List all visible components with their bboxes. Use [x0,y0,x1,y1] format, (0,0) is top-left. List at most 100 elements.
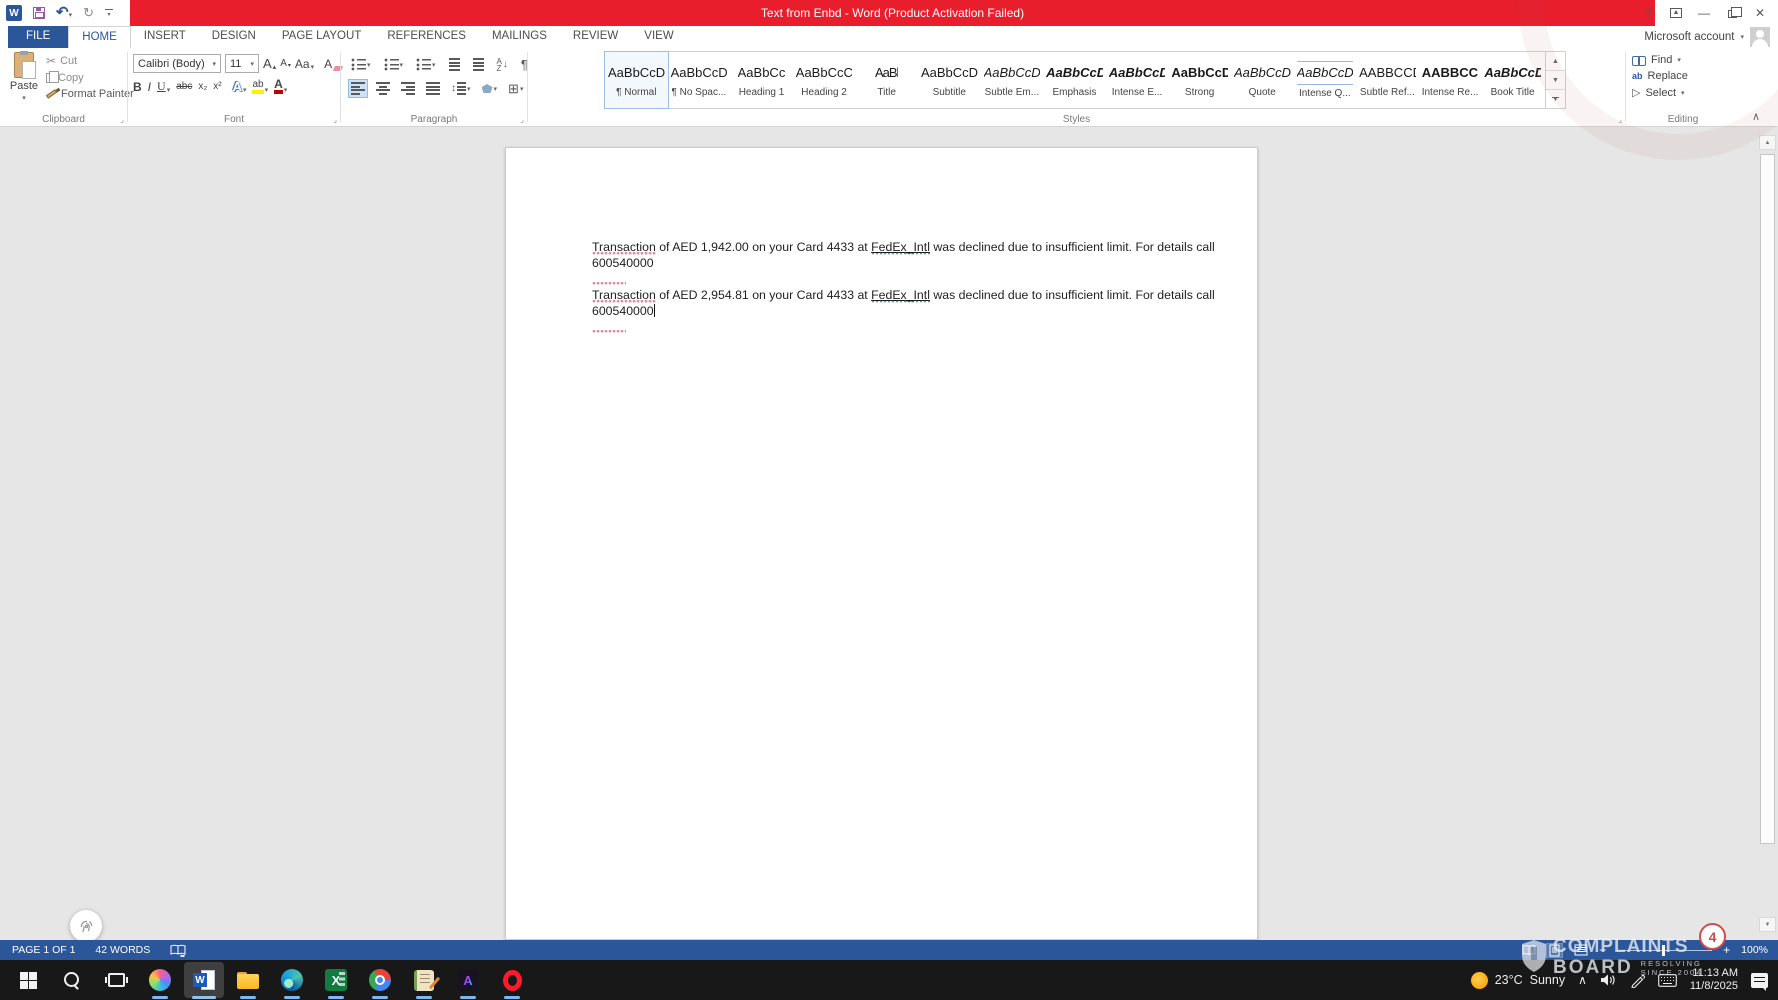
proofing-errors-icon[interactable] [170,944,186,957]
bold-button[interactable]: B [133,80,142,94]
style-heading-2[interactable]: AaBbCcCHeading 2 [793,52,856,108]
replace-button[interactable]: abReplace [1632,70,1688,82]
font-size-combo[interactable]: 11▾ [225,54,259,73]
clock[interactable]: 11:13 AM 11/8/2025 [1690,967,1738,993]
document-page[interactable]: Transaction of AED 1,942.00 on your Card… [505,147,1258,940]
multilevel-list-button[interactable]: ▾ [414,56,438,73]
task-view-button[interactable] [96,962,136,998]
style-heading-1[interactable]: AaBbCcHeading 1 [730,52,793,108]
underline-button[interactable]: U▾ [157,79,170,94]
styles-scroll-up-button[interactable]: ▲ [1546,52,1565,71]
format-painter-button[interactable]: Format Painter [46,88,134,100]
hidden-icons-chevron[interactable]: ∧ [1578,973,1587,987]
save-icon[interactable] [33,7,45,19]
numbering-button[interactable]: ▾ [382,56,406,73]
taskbar-file-explorer[interactable] [228,962,268,998]
taskbar-edge[interactable] [272,962,312,998]
zoom-slider-thumb[interactable] [1662,945,1665,956]
taskbar-search-button[interactable] [52,962,92,998]
increase-indent-button[interactable] [471,56,486,73]
shading-button[interactable]: ▾ [480,82,500,95]
collapse-ribbon-button[interactable]: ∧ [1752,110,1760,123]
scroll-up-button[interactable]: ▲ [1759,135,1776,150]
fingerprint-overlay-button[interactable] [70,910,102,942]
close-button[interactable]: ✕ [1746,0,1774,26]
taskbar-notes-app[interactable] [404,962,444,998]
style-book-title[interactable]: AaBbCcDcBook Title [1481,52,1544,108]
speaker-icon[interactable] [1600,973,1617,987]
superscript-button[interactable]: x² [213,81,221,92]
style-no-spacing[interactable]: AaBbCcDc¶ No Spac... [668,52,731,108]
tab-design[interactable]: DESIGN [199,26,269,48]
align-left-button[interactable] [349,80,367,97]
style-normal[interactable]: AaBbCcDc¶ Normal [605,52,668,108]
minimize-button[interactable]: — [1690,0,1718,26]
clipboard-dialog-launcher[interactable]: ⌟ [120,115,124,124]
customize-qat-button[interactable]: ▾ [105,9,113,18]
tab-page-layout[interactable]: PAGE LAYOUT [269,26,374,48]
style-quote[interactable]: AaBbCcDcQuote [1231,52,1294,108]
tab-home[interactable]: HOME [68,26,131,48]
taskbar-copilot[interactable] [140,962,180,998]
strikethrough-button[interactable]: abc [176,81,192,92]
start-button[interactable] [8,962,48,998]
undo-button[interactable]: ↶▾ [56,4,72,22]
help-button[interactable]: ? [1634,0,1662,26]
grow-font-button[interactable]: A▴ [263,56,276,71]
tab-mailings[interactable]: MAILINGS [479,26,560,48]
styles-scroll-down-button[interactable]: ▼ [1546,71,1565,90]
style-strong[interactable]: AaBbCcDcStrong [1168,52,1231,108]
zoom-level[interactable]: 100% [1741,944,1768,956]
text-effects-button[interactable]: A▾ [233,79,247,94]
zoom-in-button[interactable]: + [1723,945,1730,955]
find-button[interactable]: Find▾ [1632,54,1688,66]
paste-button[interactable]: Paste ▾ [6,52,42,110]
vertical-scrollbar[interactable]: ▲ ▼ [1759,135,1776,932]
align-right-button[interactable] [399,80,417,97]
tab-insert[interactable]: INSERT [131,26,199,48]
change-case-button[interactable]: Aa▾ [295,57,314,71]
style-title[interactable]: AaBlTitle [855,52,918,108]
tab-review[interactable]: REVIEW [560,26,631,48]
redo-icon[interactable]: ↻ [83,7,94,19]
styles-dialog-launcher[interactable]: ⌟ [1618,115,1622,124]
align-center-button[interactable] [374,80,392,97]
font-dialog-launcher[interactable]: ⌟ [333,115,337,124]
tab-file[interactable]: FILE [8,26,68,48]
highlight-button[interactable]: ab▾ [252,80,268,94]
decrease-indent-button[interactable] [447,56,462,73]
word-count[interactable]: 42 WORDS [95,944,150,956]
style-intense-reference[interactable]: AABBCCDCIntense Re... [1419,52,1482,108]
italic-button[interactable]: I [148,80,151,94]
style-emphasis[interactable]: AaBbCcDcEmphasis [1043,52,1106,108]
paragraph-dialog-launcher[interactable]: ⌟ [520,115,524,124]
tab-view[interactable]: VIEW [631,26,686,48]
sort-button[interactable]: AZ↓ [495,56,510,74]
subscript-button[interactable]: x₂ [198,81,207,92]
weather-widget[interactable]: 23°C Sunny [1471,972,1565,989]
notification-center-icon[interactable] [1751,973,1768,988]
style-subtle-emphasis[interactable]: AaBbCcDcSubtle Em... [981,52,1044,108]
taskbar-word[interactable]: W [184,962,224,998]
zoom-out-button[interactable]: − [1599,945,1606,955]
borders-button[interactable]: ⊞▾ [506,81,525,97]
ribbon-options-button[interactable]: ▲ [1662,0,1690,26]
style-intense-quote[interactable]: AaBbCcDcIntense Q... [1294,52,1357,108]
taskbar-opera[interactable] [492,962,532,998]
copy-button[interactable]: Copy [46,72,134,84]
taskbar-excel[interactable]: X [316,962,356,998]
select-button[interactable]: ▷Select▾ [1632,86,1688,99]
web-layout-button[interactable] [1573,944,1588,957]
scrollbar-thumb[interactable] [1760,154,1775,844]
line-spacing-button[interactable]: ↕▾ [449,80,473,97]
undo-dropdown-icon[interactable]: ▾ [69,12,73,19]
shrink-font-button[interactable]: A▾ [280,58,291,69]
print-layout-button[interactable] [1547,944,1562,957]
styles-gallery-expand-button[interactable]: ▼ [1546,90,1565,108]
style-intense-emphasis[interactable]: AaBbCcDcIntense E... [1106,52,1169,108]
cut-button[interactable]: ✂Cut [46,54,134,68]
bullets-button[interactable]: ▾ [349,56,373,73]
taskbar-chrome[interactable] [360,962,400,998]
pen-icon[interactable] [1630,973,1645,988]
font-color-button[interactable]: A▾ [274,79,287,94]
